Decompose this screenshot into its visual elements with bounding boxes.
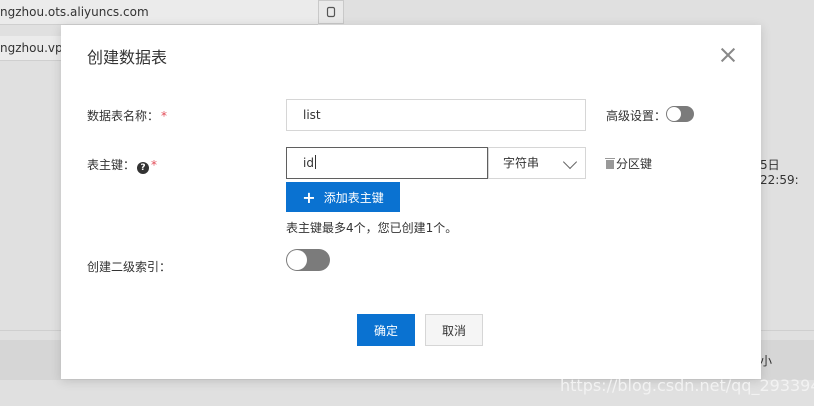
endpoint-row-vpc: ngzhou.vpc xyxy=(0,36,69,61)
table-name-input[interactable]: list xyxy=(286,99,586,131)
primary-key-value: id xyxy=(303,156,314,170)
primary-key-name-input[interactable]: id xyxy=(286,147,488,179)
create-table-dialog: 创建数据表 数据表名称： * list 高级设置： 表主键：? * id 字符串 分… xyxy=(61,25,761,379)
partition-key-toggle[interactable]: 分区键 xyxy=(605,155,653,172)
secondary-index-label: 创建二级索引： xyxy=(87,260,172,274)
cancel-button[interactable]: 取消 xyxy=(425,314,483,346)
required-mark: * xyxy=(161,109,168,123)
required-mark: * xyxy=(151,158,158,172)
text-cursor xyxy=(314,155,316,169)
advanced-settings-toggle[interactable] xyxy=(666,106,694,122)
background-small-text: 小 xyxy=(760,354,773,368)
toggle-knob xyxy=(667,107,681,121)
chevron-down-icon xyxy=(562,154,578,170)
close-icon[interactable] xyxy=(718,45,738,65)
primary-key-label: 表主键： xyxy=(87,158,136,172)
endpoint-row-public: ngzhou.ots.aliyuncs.com xyxy=(0,0,318,25)
secondary-index-toggle[interactable] xyxy=(286,249,330,271)
primary-key-hint: 表主键最多4个，您已创建1个。 xyxy=(286,221,458,235)
watermark-text: https://blog.csdn.net/qq_29339467 xyxy=(560,376,814,395)
primary-key-label-wrap: 表主键：? * xyxy=(87,156,157,174)
table-name-label-wrap: 数据表名称： * xyxy=(87,107,167,124)
plus-icon: + xyxy=(302,187,316,207)
dialog-title: 创建数据表 xyxy=(87,48,168,67)
help-icon[interactable]: ? xyxy=(137,162,150,174)
add-primary-key-button[interactable]: + 添加表主键 xyxy=(286,182,400,212)
copy-icon xyxy=(326,6,336,18)
toggle-knob xyxy=(287,250,307,270)
partition-key-label: 分区键 xyxy=(616,157,653,171)
trash-icon xyxy=(605,158,615,169)
confirm-button[interactable]: 确定 xyxy=(357,314,415,346)
endpoint-vpc-text: ngzhou.vpc xyxy=(0,41,70,55)
endpoint-public-text: ngzhou.ots.aliyuncs.com xyxy=(0,5,149,19)
add-primary-key-label: 添加表主键 xyxy=(323,190,384,205)
table-name-value: list xyxy=(303,108,321,122)
primary-key-type-value: 字符串 xyxy=(503,156,540,170)
copy-button[interactable] xyxy=(318,0,344,24)
table-name-label: 数据表名称： xyxy=(87,109,160,123)
primary-key-type-select[interactable]: 字符串 xyxy=(488,147,586,179)
advanced-settings-label: 高级设置： xyxy=(606,109,667,123)
background-time-text: 5日 22:59: xyxy=(760,158,799,187)
